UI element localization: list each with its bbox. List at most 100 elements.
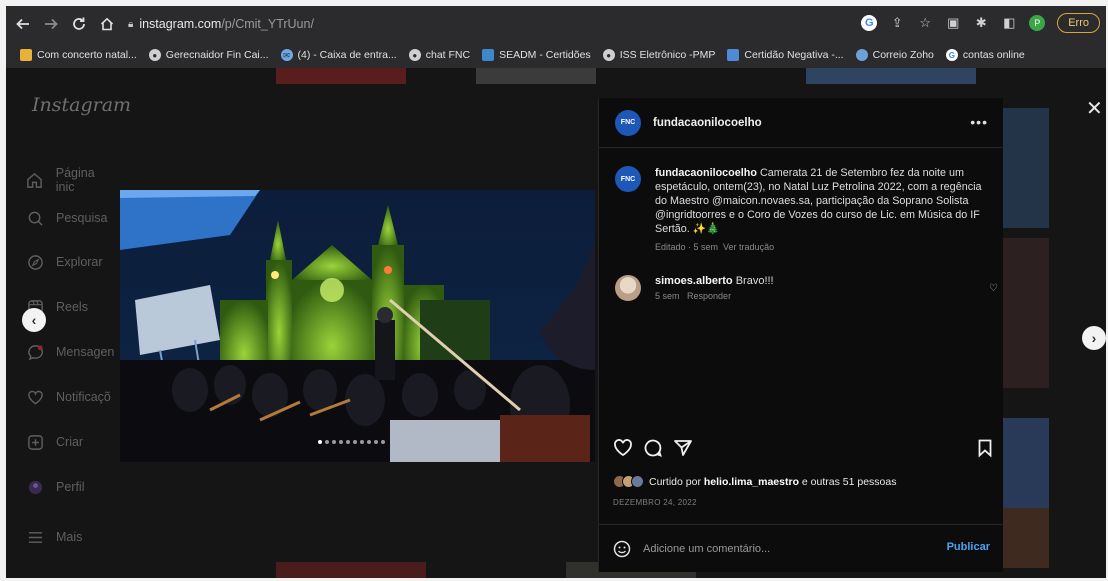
house-icon [100, 17, 114, 31]
caption-edited: Editado · 5 sem [655, 242, 719, 252]
zoho-icon [855, 49, 868, 61]
bookmark-item[interactable]: Certidão Negativa -... [727, 49, 844, 61]
nav-explore[interactable]: Explorar [26, 253, 103, 271]
reply-link[interactable]: Responder [687, 291, 731, 301]
nav-label: Perfil [56, 480, 85, 494]
star-icon[interactable]: ☆ [917, 15, 933, 31]
plus-square-icon [26, 433, 44, 451]
add-comment-bar: Publicar [599, 524, 1004, 572]
globe-icon: ● [602, 49, 615, 61]
bookmark-item[interactable]: Gcontas online [945, 49, 1025, 61]
nav-profile[interactable]: Perfil [26, 478, 84, 496]
mail-icon: ✉ [280, 49, 293, 61]
search-icon [26, 209, 44, 227]
previous-post-button[interactable]: ‹ [22, 308, 46, 332]
background-thumbnail [1003, 508, 1049, 568]
comment-button[interactable] [643, 438, 665, 460]
post-header: FNC fundacaonilocoelho ••• [599, 98, 1004, 148]
carousel-dot [360, 440, 364, 444]
nav-label: Mensagen [56, 345, 115, 359]
nav-notifications[interactable]: Notificaçõ [26, 388, 111, 406]
nav-messages[interactable]: Mensagen [26, 343, 114, 361]
emoji-icon[interactable] [613, 540, 631, 558]
bookmark-item[interactable]: SEADM - Certidões [482, 49, 591, 61]
back-button[interactable] [12, 13, 34, 35]
nav-more[interactable]: Mais [26, 528, 82, 546]
likes-suffix: e outras 51 pessoas [798, 475, 897, 488]
instagram-logo[interactable]: Instagram [32, 94, 131, 116]
nav-search[interactable]: Pesquisa [26, 209, 107, 227]
bookmark-item[interactable]: ● chat FNC [408, 49, 471, 61]
avatar[interactable] [615, 275, 641, 301]
bookmark-label: chat FNC [425, 49, 471, 61]
home-icon [26, 171, 44, 189]
nav-label: Notificaçõ [56, 390, 111, 404]
sidepanel-icon[interactable]: ◧ [1001, 15, 1017, 31]
url-host: instagram.com [139, 17, 222, 31]
carousel-dot [318, 440, 322, 444]
nav-create[interactable]: Criar [26, 433, 83, 451]
next-post-button[interactable]: › [1082, 326, 1106, 350]
comment-username[interactable]: simoes.alberto [655, 275, 733, 287]
comment-icon [644, 439, 662, 457]
carousel-dot [374, 440, 378, 444]
caption-username[interactable]: fundacaonilocoelho [655, 167, 757, 179]
bookmark-label: Com concerto natal... [37, 49, 137, 61]
likes-text[interactable]: Curtido por helio.lima_maestro e outras … [649, 476, 896, 488]
extension-icon[interactable]: ▣ [945, 15, 961, 31]
avatar [631, 475, 644, 488]
url-path: /p/Cmit_YTrUun/ [221, 17, 314, 31]
bookmark-item[interactable]: ● ISS Eletrônico -PMP [602, 49, 716, 61]
reload-button[interactable] [68, 13, 90, 35]
bookmark-item[interactable]: ✉ (4) - Caixa de entra... [280, 49, 397, 61]
likes-summary: Curtido por helio.lima_maestro e outras … [613, 475, 896, 488]
save-button[interactable] [975, 438, 997, 460]
chevron-left-icon: ‹ [31, 312, 37, 328]
publish-button[interactable]: Publicar [947, 541, 990, 553]
carousel-indicator [318, 440, 385, 444]
comment-meta: 5 sem Responder [655, 291, 774, 301]
globe-icon: ● [408, 49, 421, 61]
close-button[interactable]: ✕ [1086, 96, 1103, 121]
messenger-icon [26, 343, 44, 361]
nav-home[interactable]: Página inic [26, 166, 116, 194]
forward-button[interactable] [40, 13, 62, 35]
bookmark-item[interactable]: Com concerto natal... [20, 49, 137, 61]
background-strip [476, 68, 596, 84]
avatar[interactable]: FNC [615, 166, 641, 192]
concert-photo [120, 190, 595, 462]
bookmark-label: Certidão Negativa -... [744, 49, 844, 61]
error-button[interactable]: Erro [1057, 13, 1100, 33]
translate-link[interactable]: Ver tradução [723, 242, 774, 252]
profile-avatar[interactable]: P [1029, 15, 1046, 31]
toolbar-actions: G ⇪ ☆ ▣ ✱ ◧ P Erro [861, 13, 1100, 33]
bookmark-item[interactable]: Correio Zoho [855, 49, 934, 61]
carousel-dot [346, 440, 350, 444]
avatar[interactable]: FNC [615, 109, 641, 136]
bookmark-label: ISS Eletrônico -PMP [619, 49, 716, 61]
share-icon[interactable]: ⇪ [889, 15, 905, 31]
post-username[interactable]: fundacaonilocoelho [653, 117, 762, 129]
caption-meta: Editado · 5 sem Ver tradução [655, 240, 987, 254]
background-thumbnail [1003, 108, 1049, 228]
bookmark-label: contas online [962, 49, 1025, 61]
comment-input[interactable] [643, 542, 903, 555]
comment-time: 5 sem [655, 291, 680, 301]
heart-icon [614, 439, 632, 457]
browser-toolbar: 🔒︎ instagram.com/p/Cmit_YTrUun/ G ⇪ ☆ ▣ … [6, 6, 1106, 42]
puzzle-icon[interactable]: ✱ [973, 15, 989, 31]
likes-user[interactable]: helio.lima_maestro [704, 476, 799, 488]
background-thumbnail [1003, 238, 1049, 388]
nav-label: Mais [56, 530, 83, 544]
comment-like-heart-icon[interactable]: ♡ [989, 283, 1001, 295]
like-button[interactable] [613, 438, 635, 460]
more-options-icon[interactable]: ••• [970, 114, 988, 130]
home-button[interactable] [96, 13, 118, 35]
address-bar[interactable]: 🔒︎ instagram.com/p/Cmit_YTrUun/ [128, 17, 314, 31]
profile-icon [26, 478, 44, 496]
google-lens-icon[interactable]: G [861, 15, 878, 31]
google-icon: G [945, 49, 958, 61]
bookmark-item[interactable]: ● Gerecnaidor Fin Cai... [148, 49, 269, 61]
share-button[interactable] [673, 438, 695, 460]
arrow-right-icon [45, 18, 58, 30]
